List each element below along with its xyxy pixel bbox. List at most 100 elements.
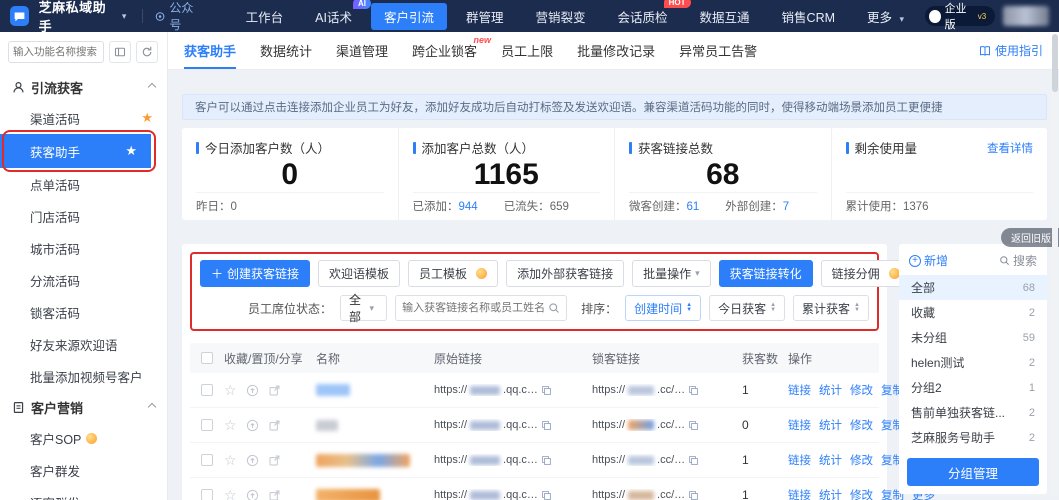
nav-item-sales-crm[interactable]: 销售CRM xyxy=(769,3,848,30)
sidebar-item-batch-video-customer[interactable]: 批量添加视频号客户 xyxy=(0,360,167,392)
sidebar-item-order-code[interactable]: 点单活码 xyxy=(0,168,167,200)
favorite-star-icon[interactable]: ☆ xyxy=(224,382,237,399)
op-stats[interactable]: 统计 xyxy=(819,382,842,398)
share-icon[interactable] xyxy=(268,489,281,500)
copy-icon[interactable] xyxy=(541,385,552,396)
public-account-link[interactable]: 公众号 xyxy=(155,0,202,33)
copy-icon[interactable] xyxy=(688,490,699,500)
select-all-checkbox[interactable] xyxy=(201,352,213,364)
tab-lead-assistant[interactable]: 获客助手 xyxy=(184,32,236,69)
group-item-favorites[interactable]: 收藏2 xyxy=(899,300,1047,325)
page-scrollbar[interactable] xyxy=(1052,34,1058,498)
op-stats[interactable]: 统计 xyxy=(819,417,842,433)
favorite-star-icon[interactable]: ★ xyxy=(125,143,137,159)
op-edit[interactable]: 修改 xyxy=(850,417,873,433)
sidebar-search-input[interactable] xyxy=(8,41,104,63)
nav-item-ai-script[interactable]: AI话术AI xyxy=(302,3,365,30)
group-search-button[interactable]: 搜索 xyxy=(999,252,1037,269)
sort-create-time[interactable]: 创建时间▲▼ xyxy=(625,295,701,321)
sidebar-item-store-code[interactable]: 门店活码 xyxy=(0,200,167,232)
batch-operation-button[interactable]: 批量操作▾ xyxy=(632,260,711,287)
nav-item-more[interactable]: 更多 ▾ xyxy=(854,3,921,30)
op-link[interactable]: 链接 xyxy=(788,382,811,398)
copy-icon[interactable] xyxy=(688,455,699,466)
sidebar-item-city-code[interactable]: 城市活码 xyxy=(0,232,167,264)
tab-cross-enterprise-lock[interactable]: 跨企业锁客new xyxy=(412,32,477,69)
row-checkbox[interactable] xyxy=(201,419,213,431)
row-checkbox[interactable] xyxy=(201,454,213,466)
back-to-old-version-tag[interactable]: 返回旧版 xyxy=(1001,228,1059,247)
edition-badge[interactable]: 企业版v3 xyxy=(925,6,995,26)
group-manage-button[interactable]: 分组管理 xyxy=(907,458,1039,486)
share-icon[interactable] xyxy=(268,454,281,467)
favorite-star-icon[interactable]: ★ xyxy=(141,110,153,126)
staff-template-button[interactable]: 员工模板 xyxy=(408,260,498,287)
sidebar-item-lock-code[interactable]: 锁客活码 xyxy=(0,296,167,328)
sidebar-item-friend-source-welcome[interactable]: 好友来源欢迎语 xyxy=(0,328,167,360)
op-link[interactable]: 链接 xyxy=(788,487,811,500)
link-conversion-button[interactable]: 获客链接转化 xyxy=(719,260,813,287)
tab-abnormal-staff-alert[interactable]: 异常员工告警 xyxy=(679,32,757,69)
link-search-input[interactable] xyxy=(402,302,544,314)
scrollbar-thumb[interactable] xyxy=(1052,34,1058,92)
sidebar-section-acquisition[interactable]: 引流获客 xyxy=(0,72,167,102)
add-external-link-button[interactable]: 添加外部获客链接 xyxy=(506,260,624,287)
copy-icon[interactable] xyxy=(541,490,552,500)
row-checkbox[interactable] xyxy=(201,489,213,500)
group-item-helen-test[interactable]: helen测试2 xyxy=(899,350,1047,375)
search-icon[interactable] xyxy=(548,302,560,314)
tab-staff-limit[interactable]: 员工上限 xyxy=(501,32,553,69)
tab-data-stats[interactable]: 数据统计 xyxy=(260,32,312,69)
op-edit[interactable]: 修改 xyxy=(850,382,873,398)
op-edit[interactable]: 修改 xyxy=(850,487,873,500)
copy-icon[interactable] xyxy=(541,455,552,466)
seat-status-select[interactable]: 全部▾ xyxy=(340,295,387,321)
group-item-ungrouped[interactable]: 未分组59 xyxy=(899,325,1047,350)
row-checkbox[interactable] xyxy=(201,384,213,396)
welcome-template-button[interactable]: 欢迎语模板 xyxy=(318,260,400,287)
share-icon[interactable] xyxy=(268,419,281,432)
group-item-all[interactable]: 全部68 xyxy=(899,275,1047,300)
sort-today-leads[interactable]: 今日获客▲▼ xyxy=(709,295,785,321)
avatar[interactable] xyxy=(1003,6,1049,26)
sidebar-section-marketing[interactable]: 客户营销 xyxy=(0,392,167,422)
nav-item-customer-acquisition[interactable]: 客户引流 xyxy=(371,3,447,30)
view-details-link[interactable]: 查看详情 xyxy=(987,140,1033,156)
op-edit[interactable]: 修改 xyxy=(850,452,873,468)
sidebar-item-customer-mass-send[interactable]: 客户群发 xyxy=(0,454,167,486)
sidebar-item-customer-sop[interactable]: 客户SOP xyxy=(0,422,167,454)
tab-batch-modify-records[interactable]: 批量修改记录 xyxy=(577,32,655,69)
nav-item-chat-qc[interactable]: 会话质检HOT xyxy=(605,3,681,30)
op-stats[interactable]: 统计 xyxy=(819,487,842,500)
usage-guide-link[interactable]: 使用指引 xyxy=(979,42,1043,59)
nav-item-data-exchange[interactable]: 数据互通 xyxy=(687,3,763,30)
group-item-zhima-service[interactable]: 芝麻服务号助手2 xyxy=(899,425,1047,450)
pin-top-icon[interactable] xyxy=(246,489,259,500)
group-item-group2[interactable]: 分组21 xyxy=(899,375,1047,400)
sidebar-item-split-code[interactable]: 分流活码 xyxy=(0,264,167,296)
nav-item-marketing-fission[interactable]: 营销裂变 xyxy=(523,3,599,30)
pin-top-icon[interactable] xyxy=(246,419,259,432)
refresh-button[interactable] xyxy=(136,41,158,63)
chevron-down-icon[interactable]: ▾ xyxy=(122,11,127,22)
share-icon[interactable] xyxy=(268,384,281,397)
favorite-star-icon[interactable]: ☆ xyxy=(224,487,237,500)
add-group-button[interactable]: +新增 xyxy=(909,252,948,269)
create-lead-link-button[interactable]: ＋创建获客链接 xyxy=(200,260,310,287)
tab-channel-mgmt[interactable]: 渠道管理 xyxy=(336,32,388,69)
sidebar-item-channel-code[interactable]: 渠道活码 ★ xyxy=(0,102,167,134)
group-item-presale-links[interactable]: 售前单独获客链...2 xyxy=(899,400,1047,425)
op-stats[interactable]: 统计 xyxy=(819,452,842,468)
op-link[interactable]: 链接 xyxy=(788,417,811,433)
collapse-panel-button[interactable] xyxy=(109,41,131,63)
favorite-star-icon[interactable]: ☆ xyxy=(224,452,237,469)
copy-icon[interactable] xyxy=(541,420,552,431)
copy-icon[interactable] xyxy=(688,385,699,396)
nav-item-workbench[interactable]: 工作台 xyxy=(233,3,297,30)
op-link[interactable]: 链接 xyxy=(788,452,811,468)
favorite-star-icon[interactable]: ☆ xyxy=(224,417,237,434)
nav-item-group-mgmt[interactable]: 群管理 xyxy=(453,3,517,30)
pin-top-icon[interactable] xyxy=(246,384,259,397)
link-commission-button[interactable]: 链接分佣 xyxy=(821,260,911,287)
copy-icon[interactable] xyxy=(688,420,699,431)
